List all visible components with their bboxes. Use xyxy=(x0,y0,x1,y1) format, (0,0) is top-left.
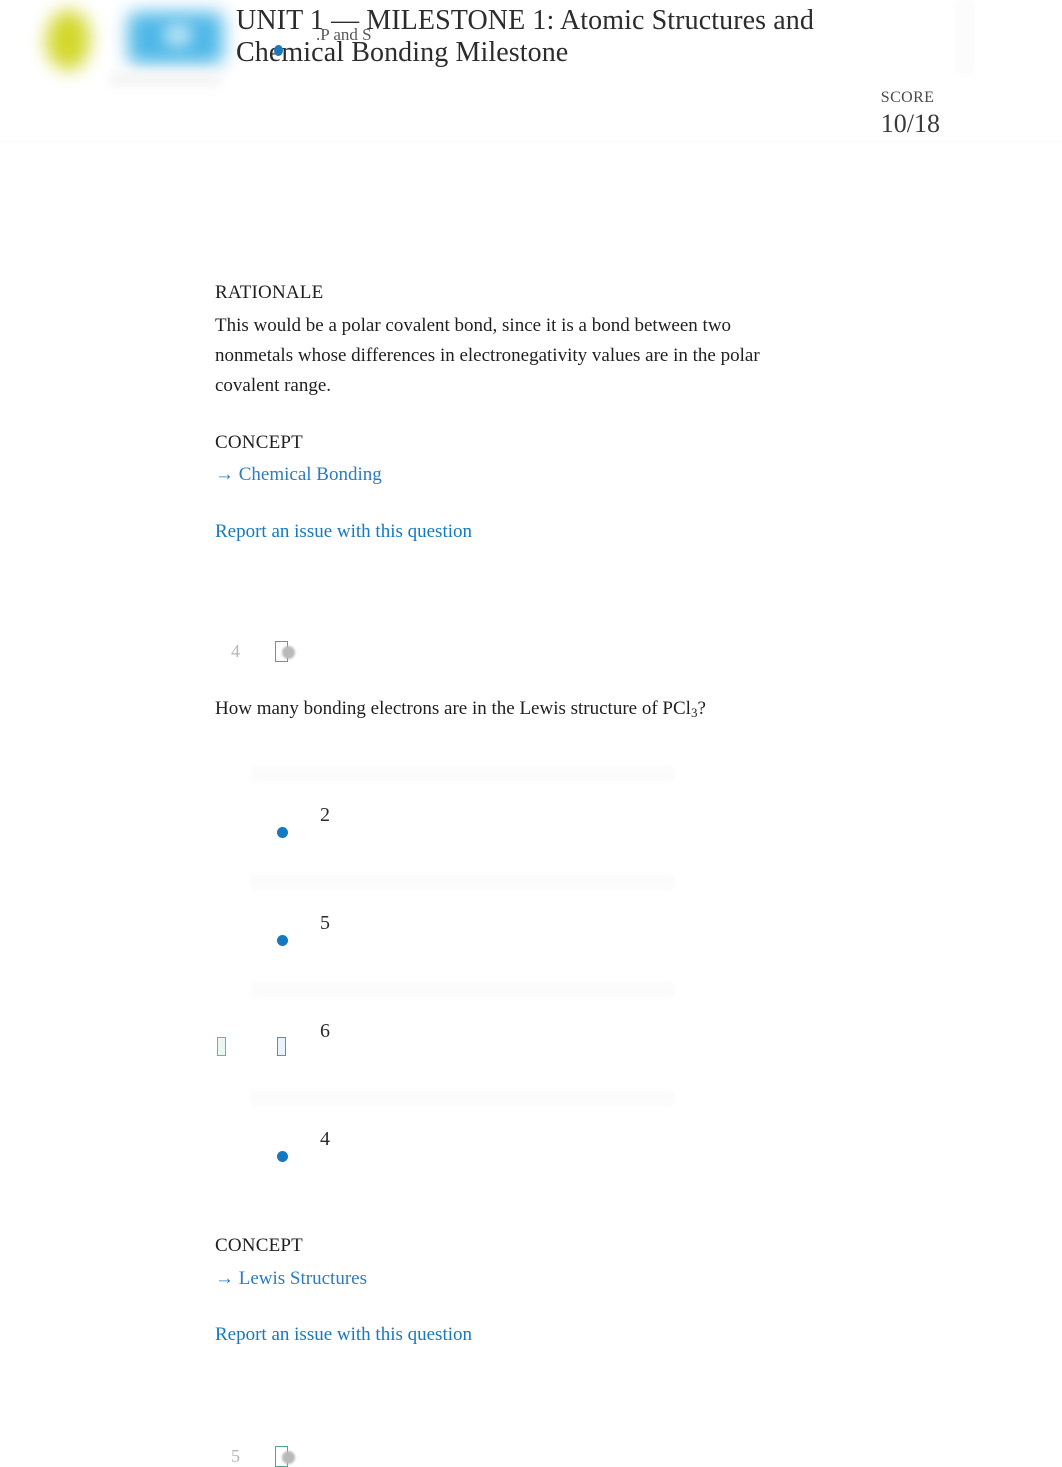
question-status-placeholder-icon xyxy=(275,640,288,662)
score-display: SCORE 10/18 xyxy=(881,88,940,139)
concept-link-wrap-1: → Chemical Bonding xyxy=(215,462,915,488)
question-text-main: How many bonding electrons are in the Le… xyxy=(215,698,691,719)
brand-logo[interactable] xyxy=(0,0,230,100)
option-background-bar xyxy=(250,1091,674,1105)
concept-label: CONCEPT xyxy=(215,1235,303,1256)
rationale-label-wrap: RATIONALE xyxy=(215,281,915,304)
concept-link-chemical-bonding[interactable]: → Chemical Bonding xyxy=(215,462,382,488)
option-radio-icon[interactable] xyxy=(277,935,288,946)
header-right-ghost-element xyxy=(955,0,975,74)
rationale-label: RATIONALE xyxy=(215,282,324,303)
option-radio-selected-icon[interactable] xyxy=(277,1037,286,1056)
option-radio-icon[interactable] xyxy=(277,1151,288,1162)
title-overlay-dot-icon xyxy=(274,45,283,56)
option-label: 4 xyxy=(320,1128,330,1150)
score-value: 10/18 xyxy=(880,109,940,138)
option-label: 2 xyxy=(320,804,330,826)
report-link-wrap-1: Report an issue with this question xyxy=(215,519,915,545)
question-text-tail: ? xyxy=(697,698,706,719)
logo-blue-inner-highlight-icon xyxy=(163,22,193,48)
concept-label-wrap-2: CONCEPT xyxy=(215,1234,915,1257)
option-radio-icon[interactable] xyxy=(277,827,288,838)
concept-link-lewis-structures[interactable]: → Lewis Structures xyxy=(215,1266,367,1292)
question-number: 4 xyxy=(231,641,240,661)
answer-option-row[interactable]: 4 xyxy=(215,1083,915,1191)
option-label: 6 xyxy=(320,1020,330,1042)
answer-option-row[interactable]: 5 xyxy=(215,867,915,975)
score-label: SCORE xyxy=(880,89,935,106)
question-text: How many bonding electrons are in the Le… xyxy=(215,695,915,724)
report-issue-link-1[interactable]: Report an issue with this question xyxy=(215,519,472,545)
option-background-bar xyxy=(250,875,674,889)
report-issue-link-2[interactable]: Report an issue with this question xyxy=(215,1322,472,1348)
option-label: 5 xyxy=(320,912,330,934)
concept-label: CONCEPT xyxy=(215,432,303,453)
question-status-placeholder-icon xyxy=(275,1445,288,1467)
report-link-wrap-2: Report an issue with this question xyxy=(215,1322,915,1348)
concept-link-wrap-2: → Lewis Structures xyxy=(215,1266,915,1292)
answer-option-row[interactable]: 2 xyxy=(215,759,915,867)
page-header: UNIT 1 — MILESTONE 1: Atomic Structures … xyxy=(0,0,1062,142)
question-marker-5: 5 xyxy=(231,1445,288,1467)
question-number: 5 xyxy=(231,1446,240,1466)
answer-options-list: 2 5 6 4 xyxy=(215,759,915,1191)
question-text-subscript: 3 xyxy=(690,705,698,720)
question-text-wrap: How many bonding electrons are in the Le… xyxy=(215,695,915,724)
rationale-text: This would be a polar covalent bond, sin… xyxy=(215,315,760,396)
option-background-bar xyxy=(252,983,674,997)
correct-answer-check-icon xyxy=(217,1037,226,1056)
option-background-bar xyxy=(252,767,674,781)
question-marker-4: 4 xyxy=(231,640,288,662)
logo-subtext-ghost xyxy=(110,72,220,86)
rationale-text-wrap: This would be a polar covalent bond, sin… xyxy=(215,311,915,401)
page-title-overlay-text: .P and S xyxy=(316,25,372,44)
logo-yellow-mark-icon xyxy=(46,10,90,70)
answer-option-row-selected[interactable]: 6 xyxy=(215,975,915,1083)
concept-label-wrap-1: CONCEPT xyxy=(215,431,915,454)
